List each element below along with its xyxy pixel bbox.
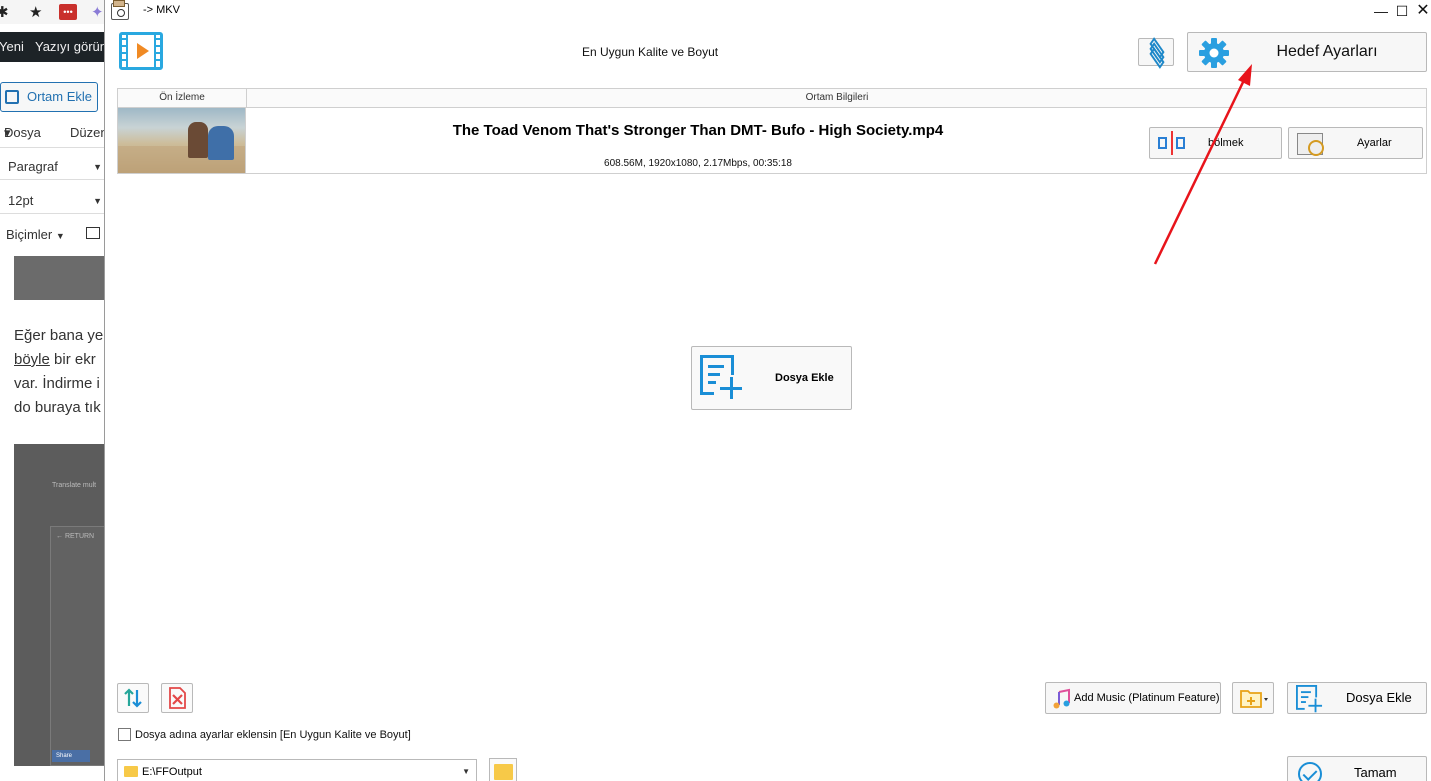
folder-plus-icon (1240, 690, 1268, 708)
file-settings-button[interactable]: Ayarlar (1288, 127, 1423, 159)
wp-admin-bar: Yeni Yazıyı görün (0, 32, 110, 62)
admin-new-link[interactable]: Yeni (0, 32, 24, 62)
app-icon (111, 0, 129, 20)
chevron-down-icon: ▼ (93, 162, 102, 172)
extension-icon[interactable]: ✱ (0, 3, 9, 21)
browse-folder-button[interactable] (489, 758, 517, 781)
folder-icon (494, 764, 513, 780)
output-folder-select[interactable]: E:\FFOutput ▼ (117, 759, 477, 781)
add-folder-button[interactable] (1232, 682, 1274, 714)
embedded-screenshot: Translate mult ← RETURN Share (14, 444, 110, 766)
split-button[interactable]: bölmek (1149, 127, 1282, 159)
post-paragraph: Eğer bana ye böyle bir ekr var. İndirme … (14, 327, 104, 416)
ok-button[interactable]: Tamam (1287, 756, 1427, 781)
title-bar: -> MKV — ☐ ✕ (105, 0, 1431, 22)
video-format-logo-icon (119, 32, 163, 70)
add-music-button[interactable]: Add Music (Platinum Feature) (1045, 682, 1221, 714)
close-icon[interactable]: ✕ (1411, 1, 1431, 21)
check-circle-icon (1298, 762, 1322, 781)
sparkle-icon[interactable]: ✦ (91, 3, 104, 21)
sort-icon (124, 688, 142, 708)
file-meta: 608.56M, 1920x1080, 2.17Mbps, 00:35:18 (604, 158, 792, 169)
screenshot-panel (50, 526, 110, 766)
paragraph-select[interactable]: Paragraf ▼ (0, 154, 104, 180)
clip-settings-icon (1297, 133, 1324, 156)
sort-button[interactable] (117, 683, 149, 713)
file-drop-area[interactable] (117, 176, 1427, 668)
remove-file-button[interactable] (161, 683, 193, 713)
music-note-icon (1053, 688, 1070, 709)
formats-select[interactable]: Biçimler ▼ (0, 222, 104, 248)
image-icon[interactable] (86, 227, 100, 239)
media-icon (5, 90, 19, 104)
background-editor: ✱ ★ ••• ✦ Yeni Yazıyı görün Ortam Ekle D… (0, 0, 110, 781)
add-file-button[interactable]: Dosya Ekle (1287, 682, 1427, 714)
target-settings-button[interactable]: Hedef Ayarları (1187, 32, 1427, 72)
video-thumbnail[interactable] (118, 108, 246, 173)
window-title: -> MKV (143, 4, 180, 16)
chevron-down-icon: ▼ (462, 767, 470, 776)
chevron-down-icon: ▼ (93, 196, 102, 206)
output-profile-title: En Uygun Kalite ve Boyut (582, 45, 719, 59)
append-settings-checkbox[interactable] (118, 728, 131, 741)
table-row[interactable]: The Toad Venom That's Stronger Than DMT-… (117, 108, 1427, 174)
font-size-select[interactable]: 12pt ▼ (0, 188, 104, 214)
admin-view-post-link[interactable]: Yazıyı görün (35, 32, 107, 62)
editor-menubar: Dosya ▾ Düzen (0, 118, 110, 148)
file-table-header: Ön İzleme Ortam Bilgileri (117, 88, 1427, 108)
column-media-info: Ortam Bilgileri (805, 92, 869, 103)
add-file-icon (1296, 685, 1323, 714)
add-file-icon (700, 355, 742, 401)
inline-link[interactable]: böyle (14, 351, 50, 368)
embedded-image-top (14, 256, 110, 300)
converter-window: -> MKV — ☐ ✕ En Uygun Kalite ve Boyut He… (104, 0, 1431, 781)
split-icon (1158, 131, 1188, 155)
delete-file-icon (169, 687, 186, 709)
layers-button[interactable] (1138, 37, 1174, 69)
folder-icon (124, 766, 138, 777)
file-name: The Toad Venom That's Stronger Than DMT-… (452, 122, 944, 139)
append-settings-label: Dosya adına ayarlar eklensin [En Uygun K… (135, 729, 411, 741)
add-media-button[interactable]: Ortam Ekle (0, 82, 98, 112)
star-icon[interactable]: ★ (29, 3, 42, 21)
bookmark-red-icon[interactable]: ••• (59, 4, 77, 20)
bookmarks-bar: ✱ ★ ••• ✦ (0, 0, 110, 24)
menu-edit[interactable]: Düzen (70, 118, 108, 148)
add-file-center-button[interactable]: Dosya Ekle (691, 346, 852, 410)
column-preview: Ön İzleme (118, 89, 247, 107)
menu-file[interactable]: Dosya ▾ (4, 118, 41, 148)
gear-icon (1199, 38, 1229, 68)
